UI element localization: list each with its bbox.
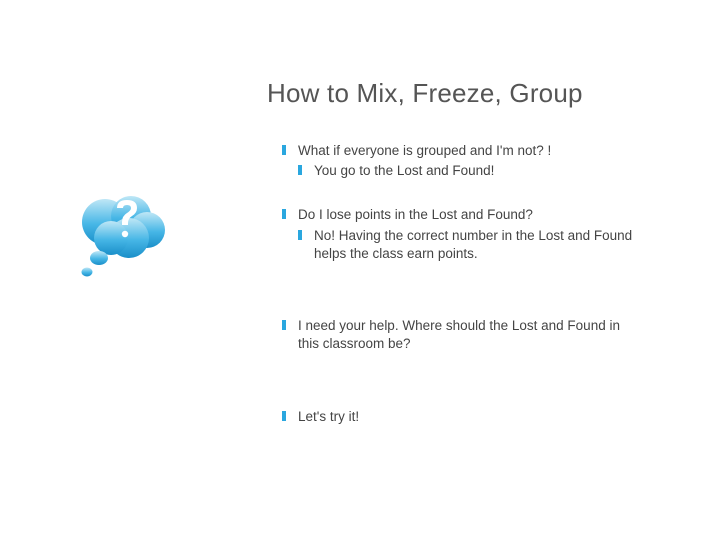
slide-title: How to Mix, Freeze, Group [267, 78, 583, 109]
bullet-text: Let's try it! [298, 409, 359, 424]
thought-bubble-icon [73, 192, 171, 282]
bullet-item: What if everyone is grouped and I'm not?… [282, 142, 642, 160]
square-bullet-icon [298, 165, 302, 175]
bullet-item: I need your help. Where should the Lost … [282, 317, 642, 353]
sub-bullet-item: You go to the Lost and Found! [298, 162, 642, 180]
square-bullet-icon [282, 320, 286, 330]
bullet-text: What if everyone is grouped and I'm not?… [298, 143, 551, 158]
square-bullet-icon [282, 209, 286, 219]
square-bullet-icon [282, 411, 286, 421]
bullet-item: Let's try it! [282, 408, 642, 426]
slide: How to Mix, Freeze, Group What if everyo… [0, 0, 720, 540]
bullet-item: Do I lose points in the Lost and Found? [282, 206, 642, 224]
bullet-text: I need your help. Where should the Lost … [298, 318, 620, 351]
square-bullet-icon [282, 145, 286, 155]
bullet-text: Do I lose points in the Lost and Found? [298, 207, 533, 222]
bullet-block: Let's try it! [282, 408, 642, 426]
square-bullet-icon [298, 230, 302, 240]
bullet-block: Do I lose points in the Lost and Found? … [282, 206, 642, 263]
bullet-block: What if everyone is grouped and I'm not?… [282, 142, 642, 180]
sub-bullet-text: No! Having the correct number in the Los… [314, 228, 632, 261]
content-area: What if everyone is grouped and I'm not?… [282, 142, 642, 426]
sub-bullet-item: No! Having the correct number in the Los… [298, 227, 642, 263]
bullet-block: I need your help. Where should the Lost … [282, 317, 642, 353]
sub-bullet-text: You go to the Lost and Found! [314, 163, 494, 178]
